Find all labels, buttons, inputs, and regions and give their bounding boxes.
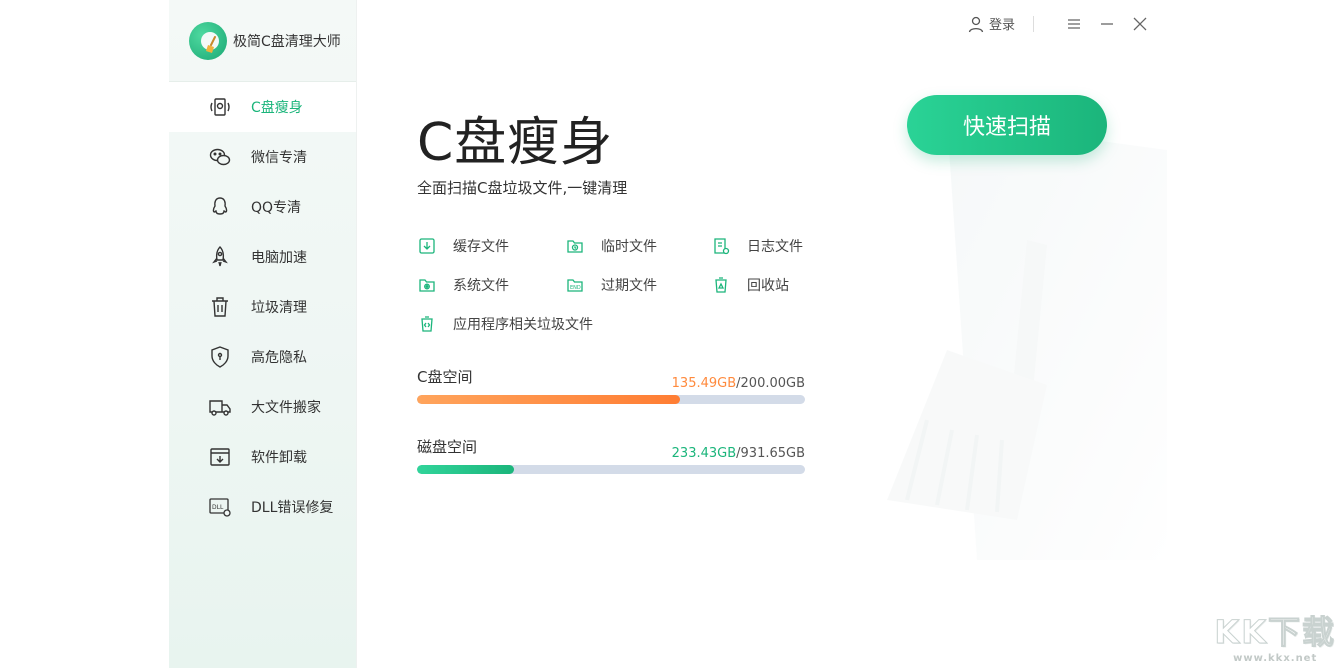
file-type-label: 缓存文件: [453, 239, 509, 255]
sidebar-item-c-slim[interactable]: C盘瘦身: [169, 82, 356, 132]
sidebar-item-label: 电脑加速: [251, 250, 307, 266]
disk-used: 233.43GB: [671, 446, 737, 461]
watermark-text: KK下载: [1214, 613, 1336, 652]
main-panel: C盘瘦身 全面扫描C盘垃圾文件,一键清理 快速扫描 缓存文件 临时文件 日志文件…: [357, 0, 1167, 668]
rocket-icon: [207, 244, 233, 270]
file-type-item: 回收站: [711, 275, 789, 295]
sidebar-item-label: 垃圾清理: [251, 300, 307, 316]
page-subtitle: 全面扫描C盘垃圾文件,一键清理: [417, 179, 628, 197]
sidebar-item-dll-fix[interactable]: DLL DLL错误修复: [169, 482, 356, 532]
c-drive-space: C盘空间 135.49GB/200.00GB: [417, 366, 805, 404]
sidebar-item-qq[interactable]: QQ专清: [169, 182, 356, 232]
c-drive-used: 135.49GB: [671, 376, 737, 391]
shield-icon: [207, 344, 233, 370]
background-broom-illustration: [887, 120, 1167, 560]
sidebar-item-junk-clean[interactable]: 垃圾清理: [169, 282, 356, 332]
sidebar-item-uninstall[interactable]: 软件卸载: [169, 432, 356, 482]
disk-space: 磁盘空间 233.43GB/931.65GB: [417, 436, 805, 474]
sidebar-item-label: C盘瘦身: [251, 100, 303, 116]
brand: 极简C盘清理大师: [169, 0, 356, 82]
file-type-label: 过期文件: [601, 278, 657, 294]
c-drive-usage-bar: [417, 395, 805, 404]
dll-icon: DLL: [207, 494, 233, 520]
sidebar: 极简C盘清理大师 C盘瘦身 微信专清 QQ专清 电脑加速 垃圾清理 高危隐私 大…: [169, 0, 357, 668]
temp-file-icon: [567, 240, 583, 253]
sidebar-item-label: 软件卸载: [251, 450, 307, 466]
log-file-icon: [714, 238, 730, 255]
file-type-label: 日志文件: [747, 239, 803, 255]
page-title: C盘瘦身: [417, 113, 614, 173]
sidebar-nav: C盘瘦身 微信专清 QQ专清 电脑加速 垃圾清理 高危隐私 大文件搬家 软件卸载…: [169, 82, 356, 532]
sidebar-item-label: DLL错误修复: [251, 500, 334, 516]
c-drive-space-values: 135.49GB/200.00GB: [672, 376, 805, 391]
c-drive-usage-fill: [417, 395, 680, 404]
watermark: KK下载 www.kkx.net: [1214, 607, 1336, 665]
app-logo-icon: [189, 21, 227, 60]
svg-text:END: END: [570, 285, 581, 291]
file-type-item: 临时文件: [565, 236, 657, 256]
sidebar-item-label: 微信专清: [251, 150, 307, 166]
file-type-item: 日志文件: [711, 236, 803, 256]
file-type-item: 应用程序相关垃圾文件: [417, 314, 593, 334]
file-type-item: 系统文件: [417, 275, 509, 295]
file-type-label: 临时文件: [601, 239, 657, 255]
cache-file-icon: [419, 238, 435, 254]
truck-icon: [207, 394, 233, 420]
file-type-label: 应用程序相关垃圾文件: [453, 317, 593, 333]
sidebar-item-label: 高危隐私: [251, 350, 307, 366]
sidebar-item-big-file-move[interactable]: 大文件搬家: [169, 382, 356, 432]
file-type-item: END 过期文件: [565, 275, 657, 295]
uninstall-icon: [207, 444, 233, 470]
file-type-label: 系统文件: [453, 278, 509, 294]
disk-total: /931.65GB: [736, 446, 805, 461]
file-type-label: 回收站: [747, 278, 789, 294]
recycle-bin-icon: [715, 277, 727, 293]
disk-usage-fill: [417, 465, 515, 474]
wechat-icon: [207, 144, 233, 170]
qq-icon: [207, 194, 233, 220]
app-window: 极简C盘清理大师 C盘瘦身 微信专清 QQ专清 电脑加速 垃圾清理 高危隐私 大…: [169, 0, 1167, 668]
disk-space-values: 233.43GB/931.65GB: [672, 446, 805, 461]
expired-file-icon: END: [567, 279, 583, 292]
quick-scan-button[interactable]: 快速扫描: [907, 95, 1107, 155]
sidebar-item-label: 大文件搬家: [251, 400, 321, 416]
disk-usage-bar: [417, 465, 805, 474]
c-drive-total: /200.00GB: [736, 376, 805, 391]
sidebar-item-privacy[interactable]: 高危隐私: [169, 332, 356, 382]
sidebar-item-speedup[interactable]: 电脑加速: [169, 232, 356, 282]
disk-slim-icon: [207, 94, 233, 120]
app-junk-icon: [421, 316, 433, 332]
sidebar-item-wechat[interactable]: 微信专清: [169, 132, 356, 182]
system-file-icon: [419, 279, 435, 292]
trash-icon: [207, 294, 233, 320]
app-name: 极简C盘清理大师: [233, 33, 341, 50]
watermark-url: www.kkx.net: [1233, 653, 1318, 664]
svg-text:DLL: DLL: [212, 504, 224, 511]
file-type-item: 缓存文件: [417, 236, 509, 256]
sidebar-item-label: QQ专清: [251, 200, 302, 216]
